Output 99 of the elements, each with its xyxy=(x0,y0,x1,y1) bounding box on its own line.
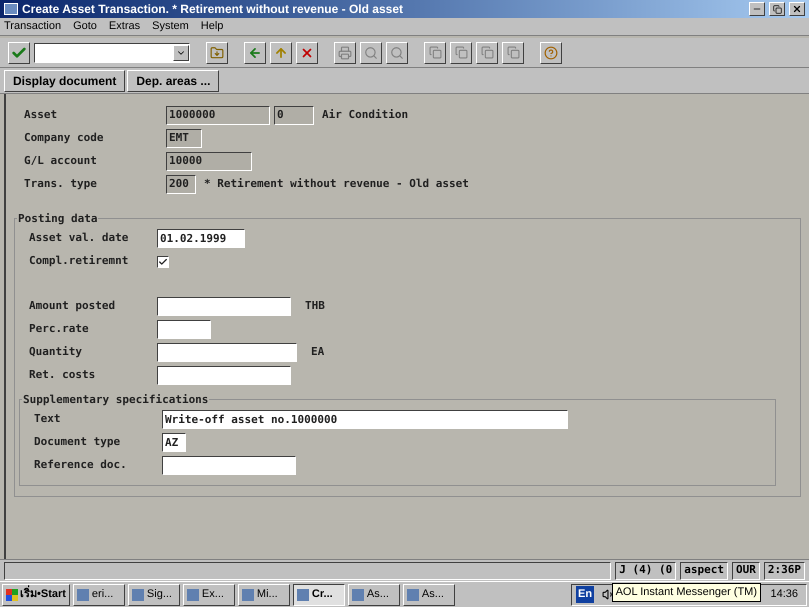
app-icon xyxy=(4,3,18,15)
field-label: G/L account xyxy=(24,153,98,170)
taskbar-button[interactable]: As... xyxy=(348,584,400,606)
toolbar-button[interactable] xyxy=(386,42,408,64)
help-icon xyxy=(544,46,558,60)
display-field: 0 xyxy=(274,106,314,125)
input-field[interactable]: Write-off asset no.1000000 xyxy=(162,410,568,429)
taskbar-button[interactable]: As... xyxy=(402,584,455,606)
toolbar-button[interactable] xyxy=(244,42,266,64)
field-description: Air Condition xyxy=(322,107,408,124)
input-field[interactable] xyxy=(157,366,291,385)
field-description: * Retirement without revenue - Old asset xyxy=(204,176,469,192)
field-label: Reference doc. xyxy=(34,457,128,474)
unit-label: THB xyxy=(305,298,325,314)
page-icon xyxy=(428,46,442,59)
page-icon xyxy=(454,46,468,59)
toolbar-button[interactable] xyxy=(424,42,446,64)
taskbar-button[interactable]: Sig... xyxy=(128,584,180,606)
field-label: Perc.rate xyxy=(29,321,90,338)
display-field: 200 xyxy=(166,175,196,194)
status-field: aspect xyxy=(680,562,728,580)
field-label: Amount posted xyxy=(29,298,116,314)
display-field: 1000000 xyxy=(166,106,270,125)
input-field[interactable]: AZ xyxy=(162,433,186,452)
toolbar-button[interactable] xyxy=(270,42,292,64)
toolbar-button[interactable] xyxy=(540,42,562,64)
input-field[interactable] xyxy=(157,343,297,362)
field-label: Ret. costs xyxy=(29,367,96,384)
status-field: 2:36P xyxy=(764,562,805,580)
window-title: Create Asset Transaction. * Retirement without revenue - Old asset xyxy=(22,1,403,18)
restore-button[interactable] xyxy=(769,2,785,16)
field-label: Company code xyxy=(24,130,104,146)
input-field[interactable] xyxy=(157,320,211,339)
field-label: Document type xyxy=(34,434,122,450)
close-icon xyxy=(792,4,802,14)
menu-item[interactable]: Help xyxy=(200,18,224,35)
toolbar-button[interactable] xyxy=(450,42,472,64)
dropdown-button[interactable] xyxy=(173,44,189,60)
print-icon xyxy=(338,46,352,60)
command-field[interactable] xyxy=(34,42,190,62)
app-icon xyxy=(242,588,254,600)
menu-item[interactable]: Transaction xyxy=(4,18,62,35)
field-label: Asset val. date xyxy=(29,230,130,246)
input-field[interactable] xyxy=(157,297,291,316)
group-title: Posting data xyxy=(17,211,98,228)
menu-item[interactable]: Goto xyxy=(73,18,97,35)
cancel-icon xyxy=(300,46,314,60)
menu-item[interactable]: System xyxy=(152,18,189,35)
toolbar-button[interactable]: Display document xyxy=(4,70,126,92)
status-field: J (4) (0 xyxy=(615,562,676,580)
taskbar-button[interactable]: Mi... xyxy=(238,584,290,606)
back-icon xyxy=(248,46,262,60)
page-icon xyxy=(480,46,494,59)
language-indicator[interactable]: En xyxy=(576,586,594,603)
toolbar-button[interactable] xyxy=(8,42,30,64)
app-icon xyxy=(76,588,89,600)
field-label: Text xyxy=(34,411,62,428)
find-icon xyxy=(364,46,378,60)
field-label: Quantity xyxy=(29,344,83,360)
app-icon xyxy=(132,588,144,600)
app-icon xyxy=(296,588,309,600)
windows-logo-icon xyxy=(6,588,18,600)
display-field: 10000 xyxy=(166,152,252,171)
clock: 14:36 xyxy=(770,587,798,602)
field-label: Trans. type xyxy=(24,176,98,192)
input-field[interactable]: 01.02.1999 xyxy=(157,229,245,248)
restore-icon xyxy=(772,4,782,14)
checkbox[interactable] xyxy=(157,256,169,268)
app-icon xyxy=(352,588,364,600)
toolbar-button[interactable] xyxy=(360,42,382,64)
taskbar-button[interactable]: eri... xyxy=(72,584,125,606)
display-field: EMT xyxy=(166,129,202,148)
toolbar-button[interactable] xyxy=(476,42,498,64)
input-field[interactable] xyxy=(162,456,296,475)
status-field: OUR xyxy=(732,562,760,580)
up-arrow-icon xyxy=(274,46,288,60)
minimize-button[interactable] xyxy=(749,2,765,16)
unit-label: EA xyxy=(311,344,324,360)
enter-button xyxy=(11,44,27,60)
start-button[interactable]: เริ่ม•Start xyxy=(2,584,70,606)
taskbar-button[interactable]: Ex... xyxy=(182,584,235,606)
toolbar-button[interactable] xyxy=(296,42,318,64)
find-next-icon xyxy=(390,46,404,60)
toolbar-button[interactable]: Dep. areas ... xyxy=(127,70,220,92)
field-label: Asset xyxy=(24,107,58,124)
toolbar-button[interactable] xyxy=(206,42,228,64)
group-title: Supplementary specifications xyxy=(22,392,210,408)
toolbar-button[interactable] xyxy=(502,42,524,64)
toolbar-button[interactable] xyxy=(334,42,356,64)
tooltip: AOL Instant Messenger (TM) xyxy=(612,583,761,602)
field-label: Compl.retiremnt xyxy=(29,253,130,270)
app-icon xyxy=(186,588,199,600)
menu-item[interactable]: Extras xyxy=(108,18,140,35)
check-icon xyxy=(158,256,168,266)
page-icon xyxy=(506,46,520,59)
save-icon xyxy=(210,46,224,60)
app-icon xyxy=(406,588,419,600)
close-button[interactable] xyxy=(789,2,805,16)
taskbar-button[interactable]: Cr... xyxy=(292,584,345,606)
